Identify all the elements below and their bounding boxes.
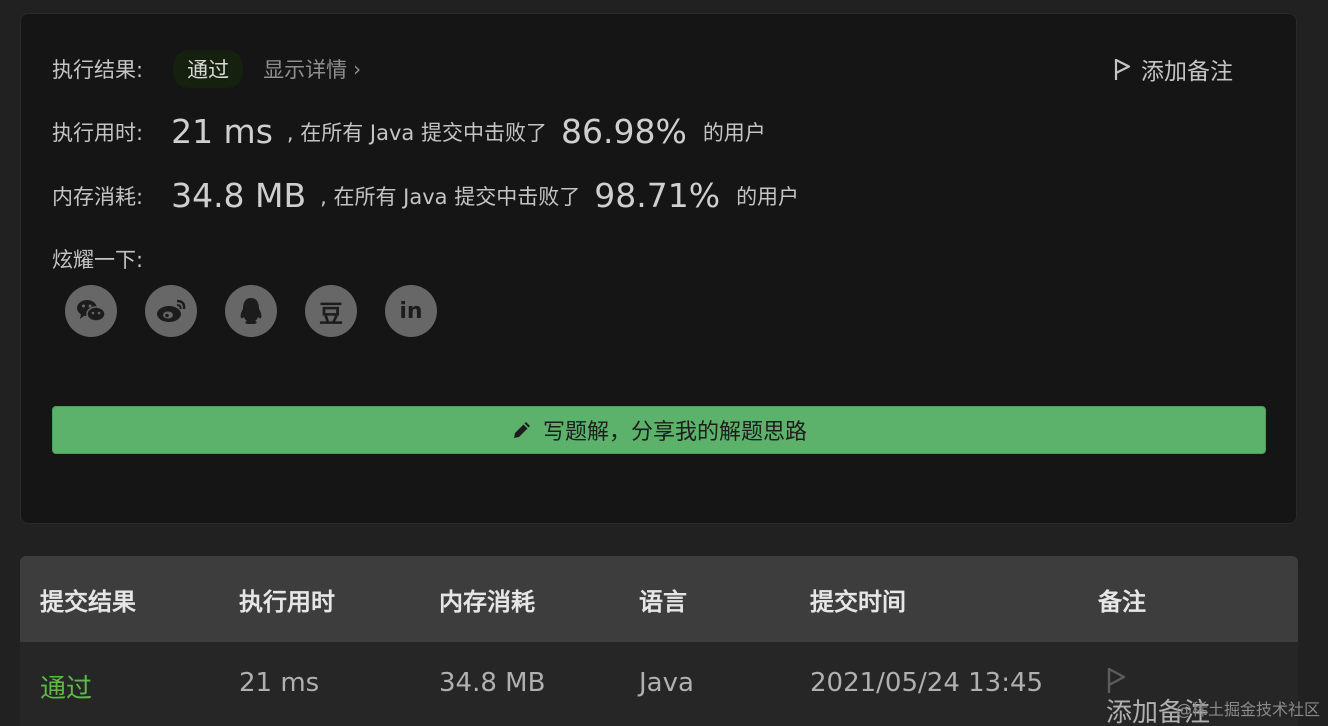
submissions-table: 提交结果 执行用时 内存消耗 语言 提交时间 备注 通过 21 ms 34.8 … — [20, 556, 1298, 726]
flag-icon — [1114, 59, 1131, 80]
chevron-right-icon: › — [353, 57, 362, 81]
row-time: 2021/05/24 13:45 — [810, 668, 1044, 698]
watermark: @稀土掘金技术社区 — [1175, 700, 1320, 719]
runtime-percent: 86.98% — [560, 112, 687, 151]
row-add-note-button[interactable]: 添加备注 — [1106, 666, 1210, 726]
memory-value: 34.8 MB — [171, 176, 307, 215]
runtime-label: 执行用时: — [52, 120, 144, 145]
table-header: 提交结果 执行用时 内存消耗 语言 提交时间 备注 — [20, 556, 1298, 642]
col-time: 提交时间 — [810, 588, 906, 616]
show-details-label: 显示详情 — [263, 58, 348, 82]
row-memory: 34.8 MB — [439, 668, 546, 698]
row-status-link[interactable]: 通过 — [40, 668, 92, 705]
row-language: Java — [639, 668, 694, 698]
result-label: 执行结果: — [52, 58, 144, 82]
pencil-icon — [513, 422, 530, 438]
wechat-icon[interactable] — [65, 285, 117, 337]
col-runtime: 执行用时 — [239, 588, 335, 616]
col-language: 语言 — [639, 588, 687, 616]
memory-row: 内存消耗: 34.8 MB , 在所有 Java 提交中击败了 98.71% 的… — [52, 176, 799, 215]
col-memory: 内存消耗 — [439, 588, 535, 616]
write-solution-label: 写题解，分享我的解题思路 — [542, 420, 807, 445]
flag-icon — [1107, 667, 1126, 693]
runtime-row: 执行用时: 21 ms , 在所有 Java 提交中击败了 86.98% 的用户 — [52, 112, 766, 151]
memory-text: , 在所有 Java 提交中击败了 — [320, 184, 581, 209]
row-runtime: 21 ms — [239, 668, 320, 698]
write-solution-button[interactable]: 写题解，分享我的解题思路 — [52, 406, 1266, 454]
weibo-icon[interactable] — [145, 285, 197, 337]
show-details-link[interactable]: 显示详情 › — [263, 54, 361, 84]
runtime-value: 21 ms — [171, 112, 273, 151]
memory-percent: 98.71% — [594, 176, 721, 215]
share-label: 炫耀一下: — [52, 248, 144, 272]
col-status: 提交结果 — [40, 588, 136, 616]
memory-label: 内存消耗: — [52, 184, 144, 209]
col-note: 备注 — [1098, 588, 1146, 616]
add-note-label: 添加备注 — [1141, 59, 1233, 85]
linkedin-icon[interactable]: in — [385, 285, 437, 337]
runtime-text: , 在所有 Java 提交中击败了 — [286, 120, 547, 145]
douban-icon[interactable]: 豆 — [305, 285, 357, 337]
result-row: 执行结果: 通过 显示详情 › — [52, 50, 361, 88]
add-note-button[interactable]: 添加备注 — [1113, 52, 1233, 86]
qq-icon[interactable] — [225, 285, 277, 337]
status-badge: 通过 — [173, 50, 244, 88]
share-icons: 豆 in — [65, 285, 437, 337]
memory-suffix: 的用户 — [736, 184, 800, 209]
table-row: 通过 21 ms 34.8 MB Java 2021/05/24 13:45 添… — [20, 642, 1298, 726]
runtime-suffix: 的用户 — [702, 120, 766, 145]
share-row: 炫耀一下: — [52, 244, 143, 274]
